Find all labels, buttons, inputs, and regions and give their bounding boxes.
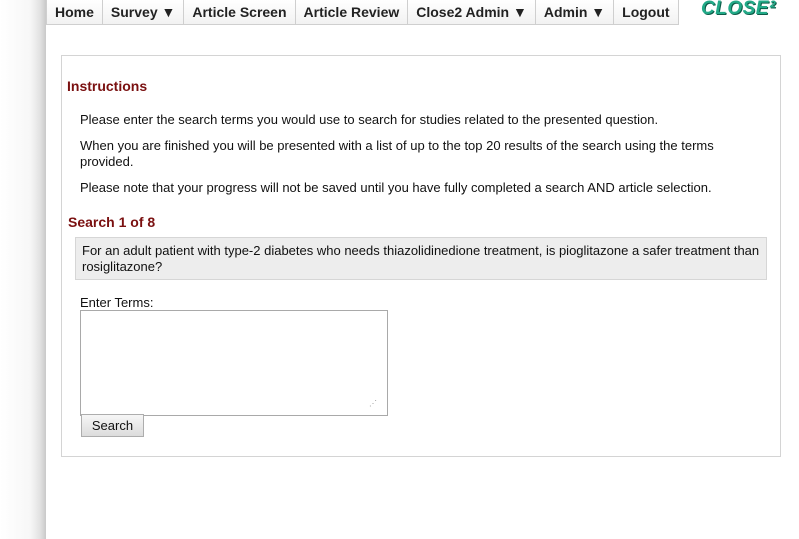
top-nav: Home Survey ▼ Article Screen Article Rev… [46, 0, 679, 25]
instruction-paragraph: Please enter the search terms you would … [80, 112, 659, 127]
search-panel: Instructions Please enter the search ter… [61, 55, 781, 457]
nav-home[interactable]: Home [46, 0, 103, 25]
nav-admin-menu[interactable]: Admin ▼ [535, 0, 615, 25]
enter-terms-label: Enter Terms: [80, 295, 154, 310]
nav-survey-menu[interactable]: Survey ▼ [102, 0, 185, 25]
instructions-heading: Instructions [67, 78, 148, 94]
instruction-paragraph: When you are finished you will be presen… [80, 138, 714, 169]
nav-close2-admin-menu[interactable]: Close2 Admin ▼ [408, 0, 536, 25]
nav-logout[interactable]: Logout [614, 0, 679, 25]
resize-grip-icon[interactable]: ⋰ [369, 400, 377, 408]
clinical-question: For an adult patient with type-2 diabete… [75, 237, 767, 280]
search-terms-textarea[interactable] [80, 310, 388, 416]
close2-logo: CLOSE² [701, 0, 776, 19]
nav-article-screen[interactable]: Article Screen [184, 0, 296, 25]
window-shadow-gutter [0, 0, 46, 539]
search-progress-heading: Search 1 of 8 [68, 214, 156, 230]
nav-article-review[interactable]: Article Review [295, 0, 409, 25]
page: Home Survey ▼ Article Screen Article Rev… [46, 0, 799, 539]
instruction-paragraph: Please note that your progress will not … [80, 180, 712, 195]
search-button[interactable]: Search [81, 414, 144, 437]
